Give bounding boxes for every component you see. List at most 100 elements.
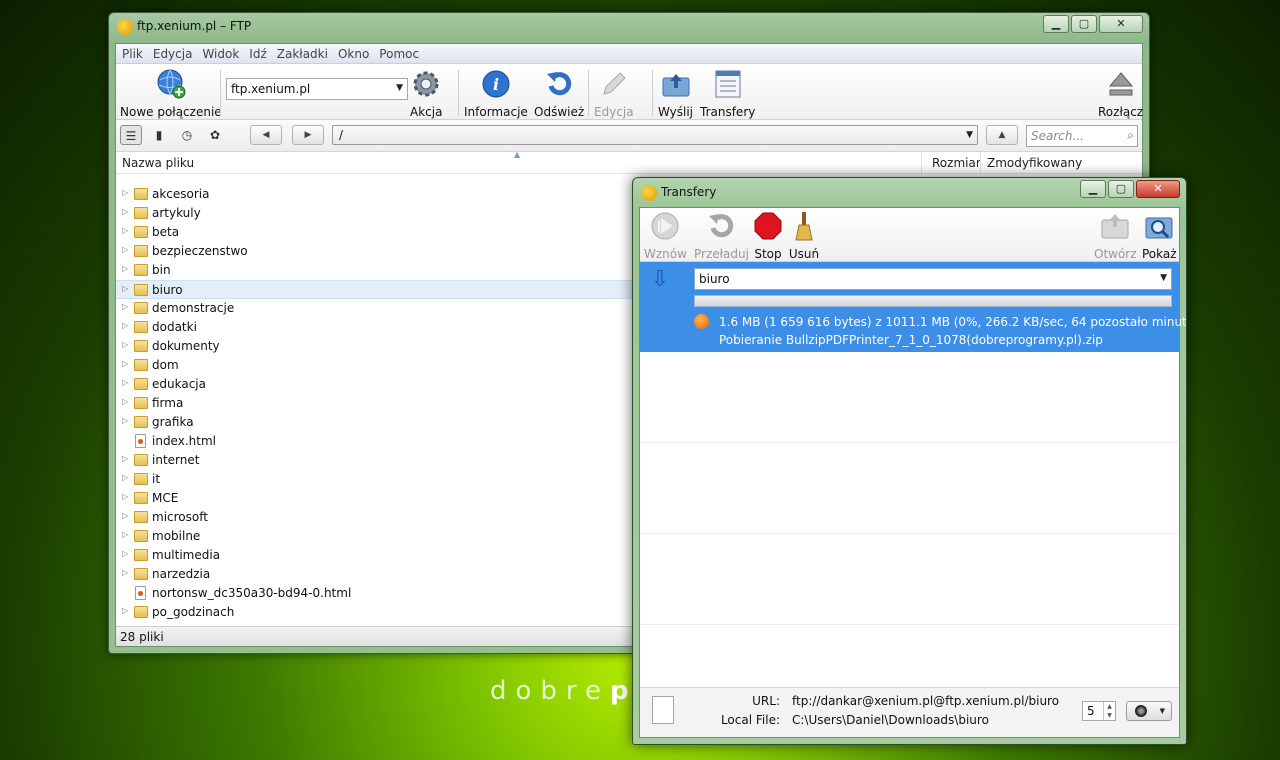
expand-triangle-icon[interactable]: ▷ (122, 454, 128, 463)
maximize-button[interactable]: ▢ (1108, 180, 1134, 198)
transfer-row[interactable]: ⇩ biuro ▼ 1.6 MB (1 659 616 bytes) z 101… (640, 262, 1186, 352)
folder-icon (134, 321, 148, 333)
edit-button[interactable]: Edycja (594, 68, 634, 119)
expand-triangle-icon[interactable]: ▷ (122, 397, 128, 406)
path-combobox[interactable]: / ▼ (332, 125, 978, 145)
folder-icon (134, 264, 148, 276)
url-label: URL: (752, 694, 780, 708)
empty-row (640, 352, 1179, 443)
menu-widok[interactable]: Widok (202, 44, 246, 63)
folder-icon (134, 511, 148, 523)
local-file-label: Local File: (720, 713, 780, 727)
new-connection-button[interactable]: Nowe połączenie (120, 68, 222, 119)
stop-button[interactable]: Stop (752, 210, 784, 261)
expand-triangle-icon[interactable]: ▷ (122, 511, 128, 520)
expand-triangle-icon[interactable]: ▷ (122, 340, 128, 349)
main-window-title: ftp.xenium.pl – FTP (137, 19, 252, 33)
action-button[interactable]: Akcja (410, 68, 442, 119)
file-name: edukacja (152, 377, 206, 391)
column-modified-header[interactable]: Zmodyfikowany (987, 156, 1082, 170)
refresh-button[interactable]: Odśwież (534, 68, 584, 119)
minimize-button[interactable]: ▁ (1043, 15, 1069, 33)
back-button[interactable]: ◀ (250, 125, 282, 145)
expand-triangle-icon[interactable]: ▷ (122, 321, 128, 330)
expand-triangle-icon[interactable]: ▷ (122, 284, 128, 293)
browser-view-icon[interactable]: ☰ (120, 125, 142, 145)
expand-triangle-icon[interactable]: ▷ (122, 264, 128, 273)
expand-triangle-icon[interactable]: ▷ (122, 188, 128, 197)
broom-icon (795, 212, 813, 241)
column-size-header[interactable]: Rozmiar (932, 156, 981, 170)
empty-row (640, 534, 1179, 625)
expand-triangle-icon[interactable]: ▷ (122, 568, 128, 577)
menu-edycja[interactable]: Edycja (153, 44, 200, 63)
expand-triangle-icon[interactable]: ▷ (122, 606, 128, 615)
menu-okno[interactable]: Okno (338, 44, 376, 63)
resume-button[interactable]: Wznów (644, 210, 687, 261)
expand-triangle-icon[interactable]: ▷ (122, 416, 128, 425)
chevron-down-icon: ▼ (396, 83, 403, 93)
column-headers: ▲ Nazwa pliku Rozmiar Zmodyfikowany (116, 150, 1142, 174)
expand-triangle-icon[interactable]: ▷ (122, 473, 128, 482)
folder-icon (134, 302, 148, 314)
file-name: microsoft (152, 510, 208, 524)
expand-triangle-icon[interactable]: ▷ (122, 245, 128, 254)
bookmarks-icon[interactable]: ▮ (148, 125, 170, 145)
desktop-brand-text: dobrep (490, 676, 638, 706)
connections-stepper[interactable]: 5 ▲ ▼ (1082, 701, 1116, 721)
column-name-header[interactable]: Nazwa pliku (122, 156, 194, 170)
expand-triangle-icon[interactable]: ▷ (122, 207, 128, 216)
transfer-item-combobox[interactable]: biuro ▼ (694, 268, 1172, 290)
folder-icon (134, 207, 148, 219)
svg-text:i: i (493, 75, 499, 94)
transfers-button[interactable]: Transfery (700, 68, 755, 119)
transfers-footer: URL: ftp://dankar@xenium.pl@ftp.xenium.p… (640, 687, 1179, 737)
folder-icon (134, 359, 148, 371)
forward-button[interactable]: ▶ (292, 125, 324, 145)
folder-icon (134, 530, 148, 542)
file-name: narzedzia (152, 567, 211, 581)
close-button[interactable]: ✕ (1136, 180, 1180, 198)
menu-zakladki[interactable]: Zakładki (277, 44, 335, 63)
minimize-button[interactable]: ▁ (1080, 180, 1106, 198)
expand-triangle-icon[interactable]: ▷ (122, 492, 128, 501)
remove-button[interactable]: Usuń (788, 210, 820, 261)
open-button[interactable]: Otwórz (1094, 210, 1137, 261)
show-button[interactable]: Pokaż (1142, 210, 1177, 261)
file-name: internet (152, 453, 200, 467)
main-titlebar[interactable]: ftp.xenium.pl – FTP ▁ ▢ ✕ (109, 13, 1149, 41)
menubar: Plik Edycja Widok Idź Zakładki Okno Pomo… (116, 44, 1142, 64)
connection-mode-button[interactable]: ▼ (1126, 701, 1172, 721)
transfers-titlebar[interactable]: Transfery ▁ ▢ ✕ (633, 178, 1186, 206)
menu-plik[interactable]: Plik (122, 44, 150, 63)
chevron-down-icon: ▼ (1160, 273, 1167, 283)
transfer-progress-bar (694, 295, 1172, 307)
file-name: nortonsw_dc350a30-bd94-0.html (152, 586, 352, 600)
expand-triangle-icon[interactable]: ▷ (122, 549, 128, 558)
reload-button[interactable]: Przeładuj (694, 210, 749, 261)
folder-icon (134, 473, 148, 485)
server-combobox[interactable]: ftp.xenium.pl ▼ (226, 78, 408, 100)
history-icon[interactable]: ◷ (176, 125, 198, 145)
folder-icon (134, 606, 148, 618)
menu-pomoc[interactable]: Pomoc (379, 44, 426, 63)
expand-triangle-icon[interactable]: ▷ (122, 302, 128, 311)
eject-icon (1108, 72, 1133, 96)
maximize-button[interactable]: ▢ (1071, 15, 1097, 33)
send-button[interactable]: Wyślij (658, 68, 693, 119)
info-icon: i (482, 70, 510, 98)
reload-icon (709, 214, 734, 238)
expand-triangle-icon[interactable]: ▷ (122, 530, 128, 539)
close-button[interactable]: ✕ (1099, 15, 1143, 33)
menu-idz[interactable]: Idź (249, 44, 273, 63)
expand-triangle-icon[interactable]: ▷ (122, 378, 128, 387)
info-button[interactable]: i Informacje (464, 68, 528, 119)
search-input[interactable]: Search... ⌕ (1026, 125, 1138, 147)
disconnect-button[interactable]: Rozłącz (1098, 68, 1143, 119)
stepper-arrows-icon[interactable]: ▲ ▼ (1103, 702, 1115, 720)
expand-triangle-icon[interactable]: ▷ (122, 359, 128, 368)
stop-sign-icon (754, 212, 782, 240)
expand-triangle-icon[interactable]: ▷ (122, 226, 128, 235)
parent-folder-button[interactable]: ▲ (986, 125, 1018, 145)
bonjour-icon[interactable]: ✿ (204, 125, 226, 145)
